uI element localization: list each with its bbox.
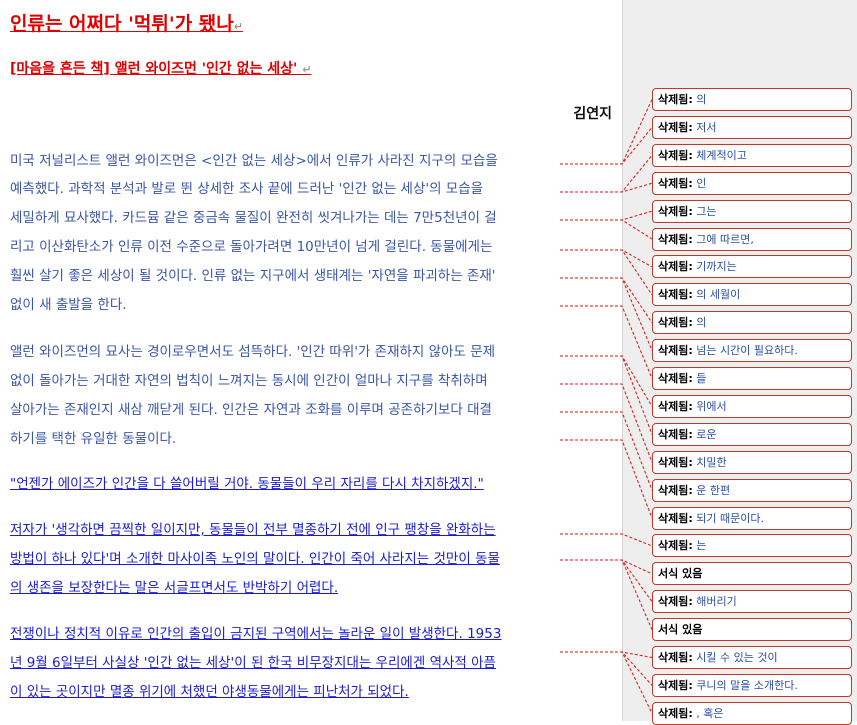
- comment-text: 시킬 수 있는 것이: [692, 651, 778, 664]
- comment-balloon[interactable]: 삭제됨: 운 한편: [652, 478, 852, 502]
- comment-label: 삭제됨:: [658, 260, 693, 274]
- text-line: 리고 이산화탄소가 인류 이전 수준으로 돌아가려면 10만년이 넘게 걸린다.…: [10, 239, 493, 255]
- comment-text: 체계적이고: [692, 148, 747, 162]
- comment-label: 삭제됨:: [658, 288, 693, 302]
- text-line: 앨런 와이즈먼의 묘사는 경이로우면서도 섬뜩하다. '인간 따위'가 존재하지…: [10, 344, 496, 360]
- text-line: 살아가는 존재인지 새삼 깨닫게 된다. 인간은 자연과 조화를 이루며 공존하…: [10, 402, 492, 418]
- comment-balloon[interactable]: 삭제됨: 들: [652, 367, 852, 390]
- comment-balloon[interactable]: 삭제됨: 는: [652, 534, 852, 558]
- comment-balloon[interactable]: 삭제됨: 그는: [652, 199, 852, 223]
- comment-balloon[interactable]: 서식 있음: [652, 562, 852, 586]
- comment-balloon[interactable]: 삭제됨: , 혹은: [652, 701, 852, 725]
- comment-label: 삭제됨:: [658, 706, 693, 720]
- comment-text: 의: [692, 93, 707, 106]
- comment-balloon[interactable]: 삭제됨: 의: [652, 88, 852, 111]
- comment-label: 삭제됨:: [658, 511, 693, 525]
- text-line: 하기를 택한 유일한 동물이다.: [10, 431, 177, 447]
- comment-balloon[interactable]: 삭제됨: 시킬 수 있는 것이: [652, 646, 852, 669]
- text-line: 전쟁이나 정치적 이유로 인간의 출입이 금지된 구역에서는 놀라운 일이 발생…: [10, 626, 502, 642]
- comment-label: 삭제됨:: [658, 176, 693, 190]
- comment-text: 의 세월이: [692, 288, 741, 302]
- text-line: 방법이 하나 있다'며 소개한 마사이족 노인의 말이다. 인간이 죽어 사라지…: [10, 551, 500, 567]
- comment-label: 삭제됨:: [658, 372, 693, 385]
- text-line: 미국 저널리스트 앨런 와이즈먼은 <인간 없는 세상>에서 인류가 사라진 지…: [10, 153, 498, 169]
- comment-balloon[interactable]: 삭제됨: 의: [652, 311, 852, 335]
- comment-text: 되기 때문이다.: [692, 511, 764, 525]
- comment-balloon[interactable]: 삭제됨: 기까지는: [652, 255, 852, 279]
- text-line: 없이 새 출발을 한다.: [10, 297, 127, 313]
- article-subtitle: [마음을 흔든 책] 앨런 와이즈먼 '인간 없는 세상' ↵: [10, 61, 312, 77]
- comment-text: 그에 따르면,: [692, 232, 754, 246]
- comment-label: 서식 있음: [658, 567, 703, 581]
- comment-text: 위에서: [692, 399, 727, 413]
- article-title: 인류는 어쩌다 '먹튀'가 됐나↵: [10, 13, 243, 35]
- comment-balloon[interactable]: 삭제됨: 로운: [652, 422, 852, 446]
- comment-text: 넘는 시간이 필요하다.: [692, 344, 798, 358]
- comment-label: 삭제됨:: [658, 483, 693, 497]
- comment-text: 의: [692, 316, 707, 330]
- document-page[interactable]: 인류는 어쩌다 '먹튀'가 됐나↵ [마음을 흔든 책] 앨런 와이즈먼 '인간…: [0, 0, 622, 721]
- comment-text: 해버리기: [692, 595, 737, 609]
- comment-balloon[interactable]: 삭제됨: 인: [652, 171, 852, 195]
- comment-balloon[interactable]: 삭제됨: 그에 따르면,: [652, 227, 852, 251]
- comment-balloon[interactable]: 삭제됨: 저서: [652, 115, 852, 139]
- text-line: 없이 돌아가는 거대한 자연의 법칙이 느껴지는 동시에 인간이 얼마나 지구를…: [10, 373, 488, 389]
- comment-balloon[interactable]: 삭제됨: 되기 때문이다.: [652, 506, 852, 530]
- comment-text: 그는: [692, 204, 717, 218]
- text-line: 저자가 '생각하면 끔찍한 일이지만, 동물들이 전부 멸종하기 전에 인구 팽…: [10, 522, 496, 538]
- comment-label: 삭제됨:: [658, 399, 693, 413]
- comment-text: 저서: [692, 120, 717, 134]
- comment-label: 삭제됨:: [658, 204, 693, 218]
- text-line: 세밀하게 묘사했다. 카드뮴 같은 중금속 물질이 완전히 씻겨나가는 데는 7…: [10, 210, 497, 226]
- quote-line: "언젠가 에이즈가 인간을 다 쓸어버릴 거야. 동물들이 우리 자리를 다시 …: [10, 476, 484, 492]
- comment-balloon[interactable]: 서식 있음: [652, 618, 852, 642]
- comment-label: 서식 있음: [658, 623, 703, 637]
- comment-text: 기까지는: [692, 260, 737, 274]
- comment-balloon[interactable]: 삭제됨: 해버리기: [652, 590, 852, 614]
- comment-label: 삭제됨:: [658, 344, 693, 358]
- comment-label: 삭제됨:: [658, 148, 693, 162]
- comment-label: 삭제됨:: [658, 232, 693, 246]
- comment-text: 쿠니의 말을 소개한다.: [692, 678, 798, 692]
- comment-text: , 혹은: [692, 706, 724, 720]
- comment-text: 들: [692, 372, 707, 385]
- text-line: 의 생존을 보장한다는 말은 서글프면서도 반박하기 어렵다.: [10, 580, 339, 596]
- text-line: 년 9월 6일부터 사실상 '인간 없는 세상'이 된 한국 비무장지대는 우리…: [10, 655, 496, 671]
- comment-label: 삭제됨:: [658, 93, 693, 106]
- text-line: 이 있는 곳이지만 멸종 위기에 처했던 야생동물에게는 피난처가 되었다.: [10, 684, 409, 700]
- text-line: 훨씬 살기 좋은 세상이 될 것이다. 인류 없는 지구에서 생태계는 '자연을…: [10, 268, 496, 284]
- comment-balloon[interactable]: 삭제됨: 의 세월이: [652, 283, 852, 307]
- author-name: 김연지: [573, 106, 612, 122]
- comment-balloon[interactable]: 삭제됨: 넘는 시간이 필요하다.: [652, 339, 852, 363]
- comment-balloon[interactable]: 삭제됨: 치밀한: [652, 450, 852, 474]
- comment-text: 치밀한: [692, 455, 727, 469]
- comment-balloon[interactable]: 삭제됨: 체계적이고: [652, 143, 852, 167]
- comment-text: 로운: [692, 427, 717, 441]
- comment-label: 삭제됨:: [658, 539, 693, 553]
- comment-label: 삭제됨:: [658, 316, 693, 330]
- comment-label: 삭제됨:: [658, 651, 693, 664]
- text-line: 예측했다. 과학적 분석과 발로 뛴 상세한 조사 끝에 드러난 '인간 없는 …: [10, 181, 484, 197]
- comment-label: 삭제됨:: [658, 455, 693, 469]
- comment-label: 삭제됨:: [658, 678, 693, 692]
- comment-text: 는: [692, 539, 707, 553]
- comment-label: 삭제됨:: [658, 120, 693, 134]
- comment-balloon[interactable]: 삭제됨: 쿠니의 말을 소개한다.: [652, 673, 852, 697]
- comment-text: 운 한편: [692, 483, 731, 497]
- comment-text: 인: [692, 176, 707, 190]
- comment-label: 삭제됨:: [658, 427, 693, 441]
- comment-label: 삭제됨:: [658, 595, 693, 609]
- comment-balloon[interactable]: 삭제됨: 위에서: [652, 394, 852, 418]
